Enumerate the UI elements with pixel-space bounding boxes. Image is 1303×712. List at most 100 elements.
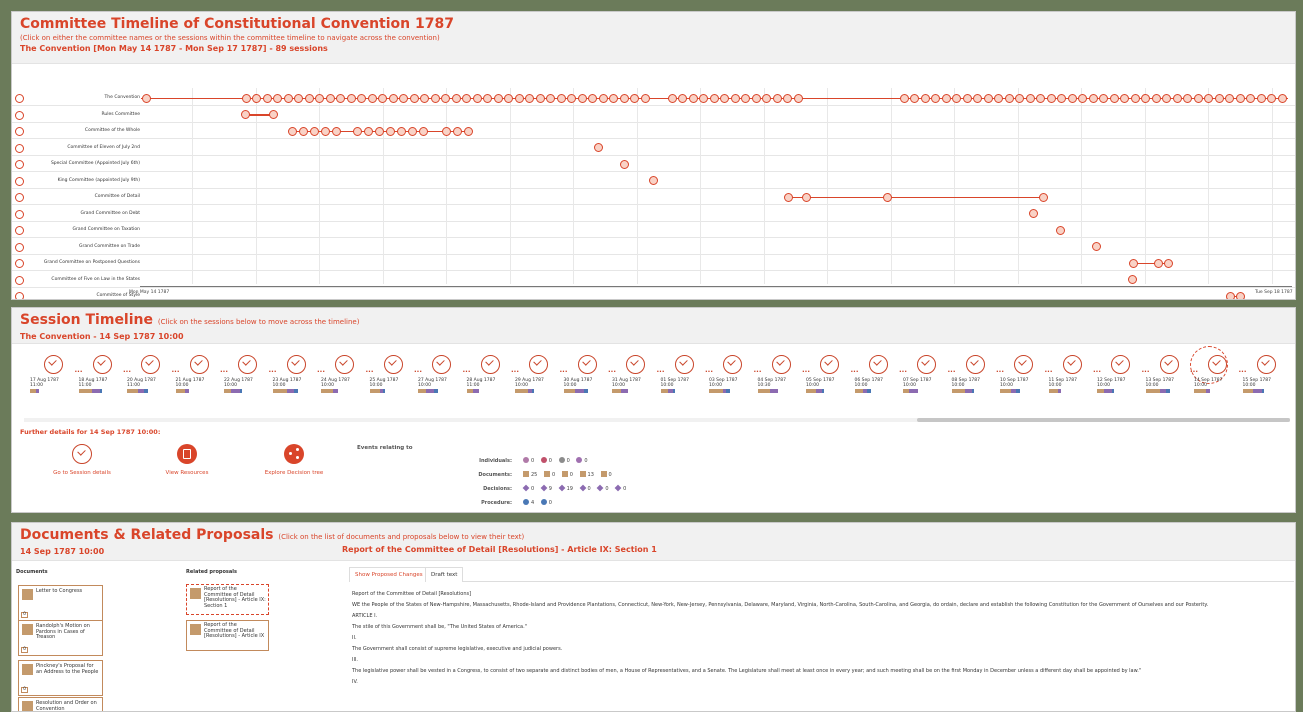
session-dot[interactable] <box>667 93 677 103</box>
session-dot[interactable] <box>472 93 482 103</box>
committee-name[interactable]: Committee of Style <box>12 288 140 299</box>
session-dot[interactable] <box>640 93 650 103</box>
session-dot[interactable] <box>1038 192 1048 202</box>
session-dot[interactable] <box>1235 93 1245 103</box>
session-dot[interactable] <box>1057 93 1066 103</box>
committee-name[interactable]: Grand Committee on Debt <box>12 206 140 222</box>
doc-card[interactable]: Pinckney's Proposal for an Address to th… <box>18 660 103 696</box>
tab-draft-text[interactable]: Draft text <box>425 567 464 582</box>
session-dot[interactable] <box>1091 242 1101 251</box>
session-item[interactable]: ··· 25 Aug 1787 10:00 <box>366 355 422 415</box>
committee-name[interactable]: The Convention <box>12 90 140 106</box>
tab-proposed-changes[interactable]: Show Proposed Changes <box>349 567 429 582</box>
session-dot[interactable] <box>367 93 377 103</box>
session-dot[interactable] <box>304 93 314 103</box>
session-dot[interactable] <box>1120 93 1129 103</box>
session-dot[interactable] <box>783 93 792 103</box>
session-dot[interactable] <box>983 93 993 103</box>
session-dot[interactable] <box>1163 258 1173 268</box>
session-dot[interactable] <box>1225 291 1235 299</box>
session-dot[interactable] <box>273 93 282 103</box>
session-item[interactable]: ··· 31 Aug 1787 10:00 <box>608 355 664 415</box>
session-dot[interactable] <box>363 126 373 136</box>
session-dot[interactable] <box>1172 93 1182 103</box>
committee-name[interactable]: Rules Committee <box>12 107 140 123</box>
session-dot[interactable] <box>688 93 698 103</box>
session-dot[interactable] <box>931 93 940 103</box>
session-dot[interactable] <box>678 93 687 103</box>
committee-row[interactable]: Rules Committee <box>12 107 1295 123</box>
session-dot[interactable] <box>463 126 473 136</box>
session-item[interactable]: ··· 20 Aug 1787 11:00 <box>123 355 179 415</box>
session-dot[interactable] <box>418 126 428 136</box>
session-dot[interactable] <box>1183 93 1192 103</box>
session-dot[interactable] <box>619 93 629 103</box>
session-dot[interactable] <box>1204 93 1213 103</box>
session-dot[interactable] <box>504 93 513 103</box>
session-dot[interactable] <box>1225 93 1234 103</box>
session-dot[interactable] <box>141 93 151 103</box>
session-dot[interactable] <box>1162 93 1171 103</box>
session-dot[interactable] <box>801 192 811 202</box>
session-dot[interactable] <box>325 93 335 103</box>
session-dot[interactable] <box>577 93 587 103</box>
session-item[interactable]: ··· 07 Sep 1787 10:00 <box>899 355 955 415</box>
session-dot[interactable] <box>452 126 462 136</box>
session-dot[interactable] <box>407 126 417 136</box>
decision-tree-action[interactable]: Explore Decision tree <box>239 444 349 476</box>
session-dot[interactable] <box>409 93 419 103</box>
committee-name[interactable]: Grand Committee on Postponed Questions <box>12 255 140 271</box>
session-item[interactable]: ··· 29 Aug 1787 10:00 <box>511 355 567 415</box>
session-item[interactable]: ··· 01 Sep 1787 10:00 <box>657 355 713 415</box>
session-dot[interactable] <box>648 176 658 185</box>
session-item[interactable]: ··· 15 Sep 1787 10:00 <box>1239 355 1295 415</box>
committee-row[interactable]: Committee of Style <box>12 288 1295 299</box>
session-dot[interactable] <box>514 93 524 103</box>
session-dot[interactable] <box>388 93 398 103</box>
proposal-card[interactable]: Report of the Committee of Detail [Resol… <box>186 620 269 651</box>
session-dot[interactable] <box>556 93 566 103</box>
session-dot[interactable] <box>1025 93 1035 103</box>
session-dot[interactable] <box>396 126 406 136</box>
session-dot[interactable] <box>1153 258 1163 268</box>
session-dot[interactable] <box>535 93 545 103</box>
session-item[interactable]: ··· 06 Sep 1787 10:00 <box>851 355 907 415</box>
committee-row[interactable]: Committee of Eleven of July 2nd <box>12 140 1295 156</box>
session-dot[interactable] <box>772 93 782 103</box>
session-dot[interactable] <box>1036 93 1045 103</box>
session-dot[interactable] <box>1128 258 1138 268</box>
session-item[interactable]: ··· 12 Sep 1787 10:00 <box>1093 355 1149 415</box>
session-details-action[interactable]: Go to Session details <box>27 444 137 476</box>
session-dot[interactable] <box>1109 93 1119 103</box>
session-dot[interactable] <box>331 126 341 136</box>
committee-row[interactable]: Grand Committee on Trade <box>12 239 1295 255</box>
session-dot[interactable] <box>1277 93 1287 103</box>
session-dot[interactable] <box>1141 93 1150 103</box>
session-dot[interactable] <box>1267 93 1276 103</box>
session-dot[interactable] <box>525 93 534 103</box>
session-dot[interactable] <box>283 93 293 103</box>
session-item[interactable]: ··· 22 Aug 1787 10:00 <box>220 355 276 415</box>
committee-name[interactable]: Grand Committee on Trade <box>12 239 140 255</box>
session-dot[interactable] <box>1193 93 1203 103</box>
session-dot[interactable] <box>1127 275 1137 284</box>
session-item[interactable]: ··· 30 Aug 1787 10:00 <box>560 355 616 415</box>
session-dot[interactable] <box>1046 93 1056 103</box>
session-item[interactable]: ··· 11 Sep 1787 10:00 <box>1045 355 1101 415</box>
session-item[interactable]: ··· 21 Aug 1787 10:00 <box>172 355 228 415</box>
session-dot[interactable] <box>1151 93 1161 103</box>
session-dot[interactable] <box>546 93 555 103</box>
session-dot[interactable] <box>1130 93 1140 103</box>
session-dot[interactable] <box>420 93 429 103</box>
session-dot[interactable] <box>762 93 771 103</box>
session-dot[interactable] <box>352 126 362 136</box>
session-dot[interactable] <box>619 159 629 169</box>
session-dot[interactable] <box>268 110 278 119</box>
session-dot[interactable] <box>1246 93 1255 103</box>
committee-name[interactable]: Committee of Detail <box>12 189 140 205</box>
committee-row[interactable]: Grand Committee on Postponed Questions <box>12 255 1295 271</box>
session-item[interactable]: ··· 28 Aug 1787 11:00 <box>463 355 519 415</box>
session-dot[interactable] <box>699 93 708 103</box>
committee-row[interactable]: Grand Committee on Debt <box>12 206 1295 222</box>
session-dot[interactable] <box>1214 93 1224 103</box>
